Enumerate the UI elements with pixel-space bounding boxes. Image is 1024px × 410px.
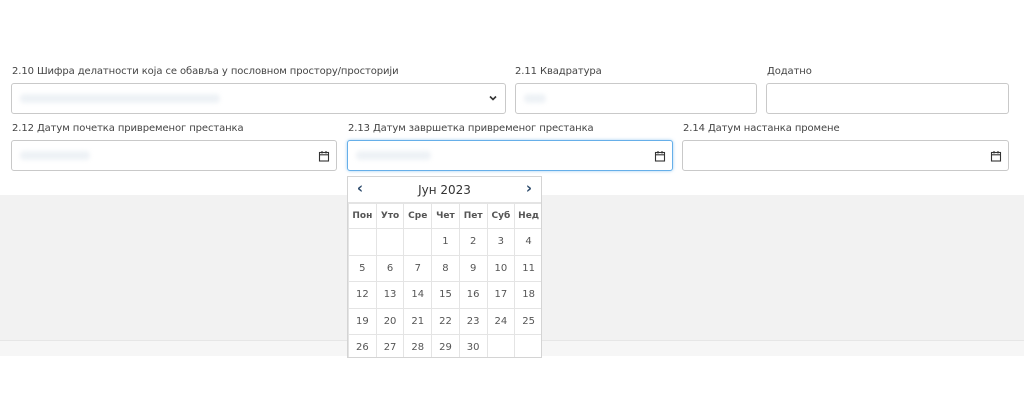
- weekday-header: Суб: [486, 203, 516, 229]
- additional-input[interactable]: [766, 83, 1009, 114]
- day-cell-empty: [514, 334, 541, 357]
- activity-code-select[interactable]: [11, 83, 506, 114]
- day-cell-empty: [403, 228, 433, 256]
- additional-label: Додатно: [767, 66, 812, 77]
- week-row: 12 13 14 15 16 17 18: [348, 281, 541, 309]
- day-cell[interactable]: 13: [375, 281, 405, 309]
- day-cell[interactable]: 6: [375, 254, 405, 282]
- weekday-header: Нед: [514, 203, 541, 229]
- weekday-header: Уто: [375, 203, 405, 229]
- weekday-row: Пон Уто Сре Чет Пет Суб Нед: [348, 203, 541, 229]
- form-panel: 2.10 Шифра делатности која се обавља у п…: [0, 0, 1024, 195]
- area-input[interactable]: [515, 83, 757, 114]
- change-date-input[interactable]: [682, 140, 1009, 171]
- day-cell[interactable]: 10: [486, 254, 516, 282]
- end-date-input[interactable]: [347, 140, 673, 171]
- weekday-header: Пон: [348, 203, 377, 229]
- day-cell[interactable]: 23: [458, 307, 488, 335]
- start-date-label: 2.12 Датум почетка привременог престанка: [12, 123, 244, 134]
- end-date-label: 2.13 Датум завршетка привременог престан…: [348, 123, 594, 134]
- datepicker-header: ‹ Јун 2023 ›: [348, 177, 541, 203]
- calendar-icon[interactable]: [990, 150, 1002, 162]
- chevron-right-icon[interactable]: ›: [521, 181, 537, 197]
- page: 2.10 Шифра делатности која се обавља у п…: [0, 0, 1024, 410]
- day-cell[interactable]: 16: [458, 281, 488, 309]
- area-label: 2.11 Квадратура: [515, 66, 602, 77]
- start-date-value-blur: [20, 151, 90, 160]
- weekday-header: Чет: [431, 203, 460, 229]
- datepicker-month-title[interactable]: Јун 2023: [348, 183, 541, 197]
- datepicker-grid: Пон Уто Сре Чет Пет Суб Нед 1 2 3 4 5 6 …: [348, 203, 541, 357]
- day-cell[interactable]: 3: [486, 228, 516, 256]
- day-cell[interactable]: 12: [348, 281, 377, 309]
- area-value-blur: [524, 94, 546, 103]
- end-date-value-blur: [356, 151, 431, 160]
- day-cell[interactable]: 18: [514, 281, 541, 309]
- day-cell[interactable]: 7: [403, 254, 433, 282]
- day-cell[interactable]: 1: [431, 228, 460, 256]
- day-cell[interactable]: 4: [514, 228, 541, 256]
- day-cell[interactable]: 11: [514, 254, 541, 282]
- day-cell[interactable]: 2: [458, 228, 488, 256]
- day-cell[interactable]: 26: [348, 334, 377, 357]
- datepicker-popup: ‹ Јун 2023 › Пон Уто Сре Чет Пет Суб Нед: [347, 176, 542, 358]
- weekday-header: Пет: [458, 203, 488, 229]
- day-cell[interactable]: 9: [458, 254, 488, 282]
- day-cell[interactable]: 21: [403, 307, 433, 335]
- day-cell[interactable]: 25: [514, 307, 541, 335]
- day-cell[interactable]: 5: [348, 254, 377, 282]
- day-cell-empty: [375, 228, 405, 256]
- day-cell[interactable]: 24: [486, 307, 516, 335]
- day-cell-empty: [486, 334, 516, 357]
- activity-code-label: 2.10 Шифра делатности која се обавља у п…: [12, 66, 399, 77]
- change-date-label: 2.14 Датум настанка промене: [683, 123, 840, 134]
- week-row: 26 27 28 29 30: [348, 334, 541, 357]
- start-date-input[interactable]: [11, 140, 337, 171]
- day-cell[interactable]: 28: [403, 334, 433, 357]
- activity-code-value-blur: [20, 94, 220, 103]
- day-cell-empty: [348, 228, 377, 256]
- day-cell[interactable]: 14: [403, 281, 433, 309]
- day-cell[interactable]: 15: [431, 281, 460, 309]
- calendar-icon[interactable]: [654, 150, 666, 162]
- day-cell[interactable]: 20: [375, 307, 405, 335]
- day-cell[interactable]: 22: [431, 307, 460, 335]
- week-row: 1 2 3 4: [348, 228, 541, 256]
- day-cell[interactable]: 30: [458, 334, 488, 357]
- week-row: 5 6 7 8 9 10 11: [348, 254, 541, 282]
- calendar-icon[interactable]: [318, 150, 330, 162]
- week-row: 19 20 21 22 23 24 25: [348, 307, 541, 335]
- weekday-header: Сре: [403, 203, 433, 229]
- day-cell[interactable]: 19: [348, 307, 377, 335]
- day-cell[interactable]: 29: [431, 334, 460, 357]
- day-cell[interactable]: 27: [375, 334, 405, 357]
- day-cell[interactable]: 17: [486, 281, 516, 309]
- chevron-down-icon: [489, 95, 497, 101]
- day-cell[interactable]: 8: [431, 254, 460, 282]
